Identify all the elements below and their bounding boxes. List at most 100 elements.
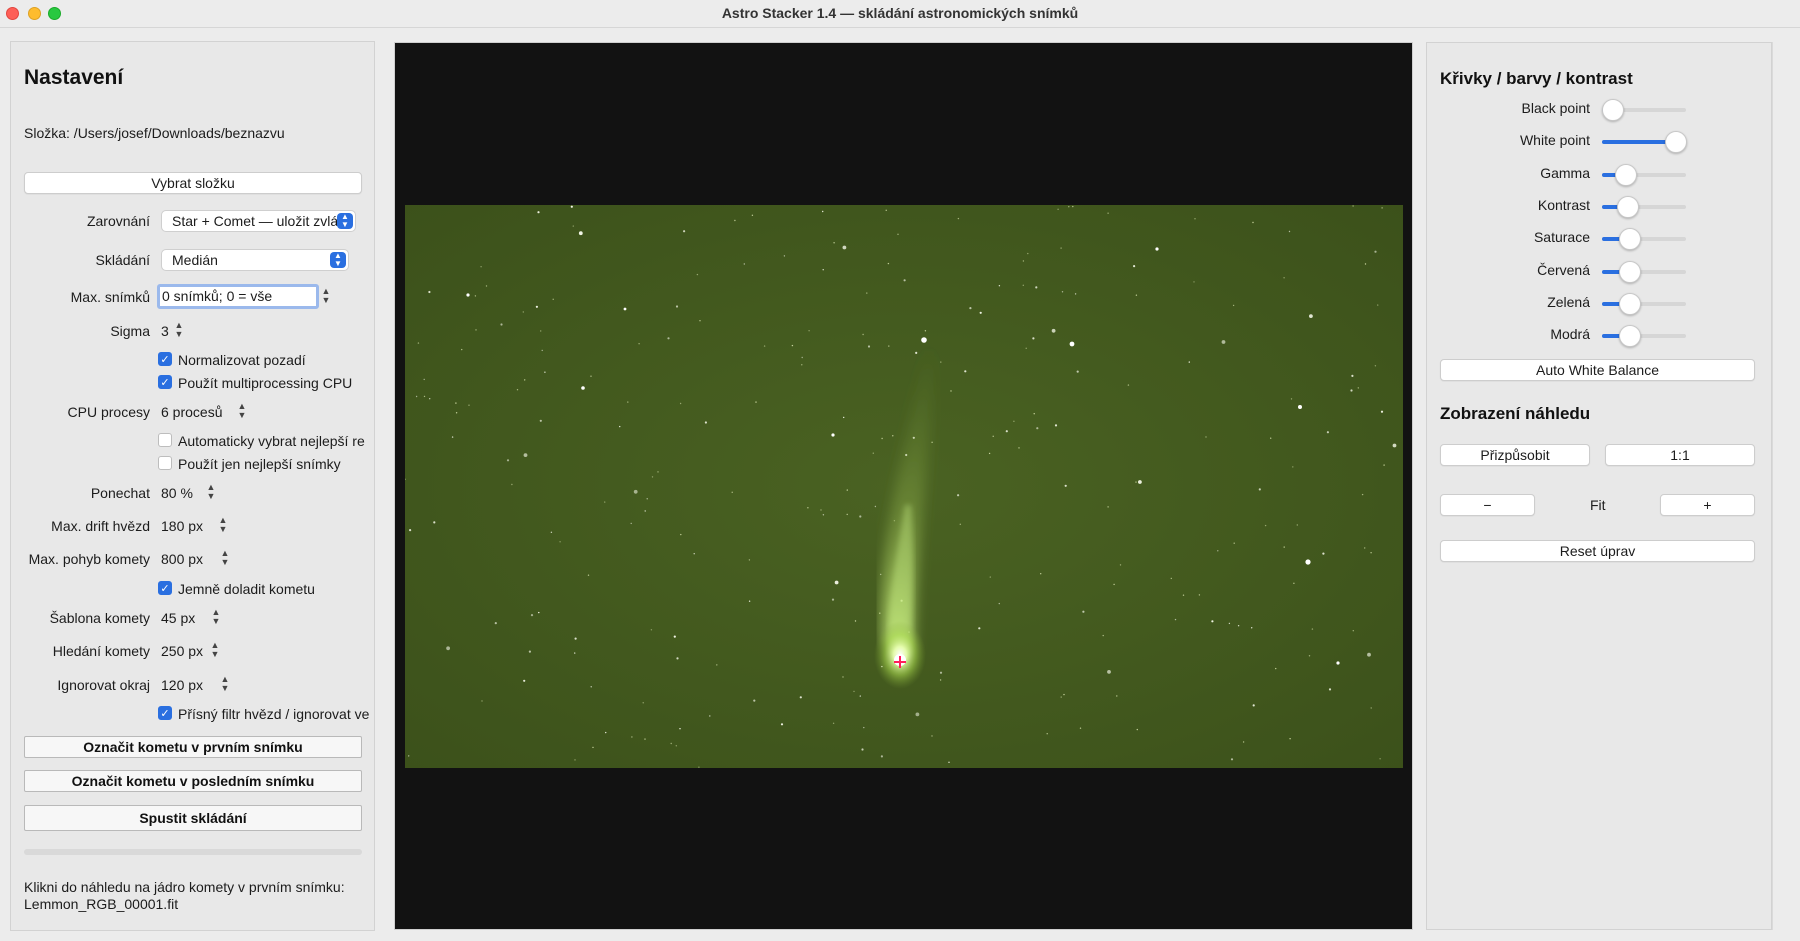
star [528,650,531,653]
cpu-stepper[interactable]: ▲ ▼ [237,402,247,422]
sigma-stepper[interactable]: ▲ ▼ [174,321,184,341]
star [651,476,654,478]
ignore-stepper[interactable]: ▲ ▼ [220,675,230,695]
slider-knob[interactable] [1614,163,1637,186]
slider-track[interactable] [1602,325,1686,348]
slider-track[interactable] [1602,195,1686,218]
use-best-checkbox[interactable] [158,456,172,470]
auto-best-checkbox[interactable] [158,433,172,447]
slider-track[interactable] [1602,228,1686,251]
auto-white-balance-button[interactable]: Auto White Balance [1440,359,1755,381]
star [644,510,646,512]
status-line-1: Klikni do náhledu na jádro komety v prvn… [24,879,345,895]
star [1217,550,1219,552]
template-value[interactable]: 45 px [161,610,195,626]
star [998,285,1001,287]
star [1288,230,1291,233]
slider-track[interactable] [1602,163,1686,186]
star [734,219,736,222]
slider-track[interactable] [1602,131,1687,154]
reset-adjustments-button[interactable]: Reset úprav [1440,540,1755,562]
star [633,489,638,494]
slider-label: Gamma [1540,164,1590,181]
star [888,345,890,347]
use-mp-checkbox[interactable]: ✓ [158,375,172,389]
preview-title: Zobrazení náhledu [1440,404,1591,423]
slider-track[interactable] [1602,292,1686,315]
preview-area[interactable] [394,42,1413,930]
keep-value[interactable]: 80 % [161,485,193,501]
choose-folder-button[interactable]: Vybrat složku [24,172,362,194]
template-label: Šablona komety [49,610,150,626]
star [1264,524,1267,527]
mark-last-button[interactable]: Označit kometu v posledním snímku [24,770,362,792]
star [408,755,410,757]
search-value[interactable]: 250 px [161,643,203,659]
star [1136,728,1138,731]
slider-knob[interactable] [1618,292,1641,315]
star [957,217,960,220]
template-stepper[interactable]: ▲ ▼ [211,608,221,628]
strict-filter-label: Přísný filtr hvězd / ignorovat ve [178,706,370,722]
star [1057,208,1059,210]
star [673,635,676,638]
sigma-value[interactable]: 3 [161,323,169,339]
star [924,330,927,332]
star [1198,594,1201,596]
star [1036,427,1039,430]
comet-move-label: Max. pohyb komety [28,551,150,567]
star [1237,625,1240,627]
star [791,344,794,347]
star [1357,387,1359,389]
star [763,345,766,347]
star [1377,304,1379,306]
star [670,742,672,745]
star [538,611,540,614]
slider-knob[interactable] [1618,228,1641,251]
star [1133,265,1136,268]
stack-select[interactable]: Medián ▲ ▼ [161,249,349,271]
search-stepper[interactable]: ▲ ▼ [210,641,220,661]
max-frames-stepper[interactable]: ▲ ▼ [321,287,331,307]
preview-image[interactable] [405,205,1403,768]
one-to-one-button[interactable]: 1:1 [1605,444,1755,466]
slider-track[interactable] [1601,99,1686,121]
strict-filter-checkbox[interactable]: ✓ [158,706,172,720]
bright-star [1155,247,1159,251]
drift-stepper[interactable]: ▲ ▼ [218,516,228,536]
slider-track[interactable] [1602,260,1686,283]
star [428,290,431,294]
drift-value[interactable]: 180 px [161,518,203,534]
bright-star [1298,405,1302,409]
star [500,323,503,326]
mark-first-button[interactable]: Označit kometu v prvním snímku [24,736,362,758]
ignore-value[interactable]: 120 px [161,677,203,693]
star [1107,212,1109,214]
comet-move-value[interactable]: 800 px [161,551,203,567]
slider-knob[interactable] [1618,325,1641,348]
star [1082,610,1085,613]
zoom-out-button[interactable]: − [1440,494,1535,516]
star [409,529,412,532]
star [880,755,883,758]
star [1352,205,1354,207]
slider-knob[interactable] [1617,195,1640,218]
max-frames-input[interactable]: 0 snímků; 0 = vše [157,284,319,309]
comet-move-stepper[interactable]: ▲ ▼ [220,549,230,569]
slider-knob[interactable] [1618,260,1641,283]
star [619,425,621,428]
star [862,333,864,336]
align-select[interactable]: Star + Comet — uložit zvlášť ▲ ▼ [161,210,356,232]
fit-button[interactable]: Přizpůsobit [1440,444,1590,466]
normalize-bg-checkbox[interactable]: ✓ [158,352,172,366]
fine-comet-checkbox[interactable]: ✓ [158,581,172,595]
progress-bar [24,849,362,855]
panel-scrollbar[interactable] [1772,42,1786,930]
slider-knob[interactable] [1601,99,1624,121]
start-stacking-button[interactable]: Spustit skládání [24,805,362,831]
cpu-value[interactable]: 6 procesů [161,404,222,420]
keep-stepper[interactable]: ▲ ▼ [206,483,216,503]
zoom-in-button[interactable]: + [1660,494,1755,516]
star [1374,250,1377,253]
star [461,348,463,351]
